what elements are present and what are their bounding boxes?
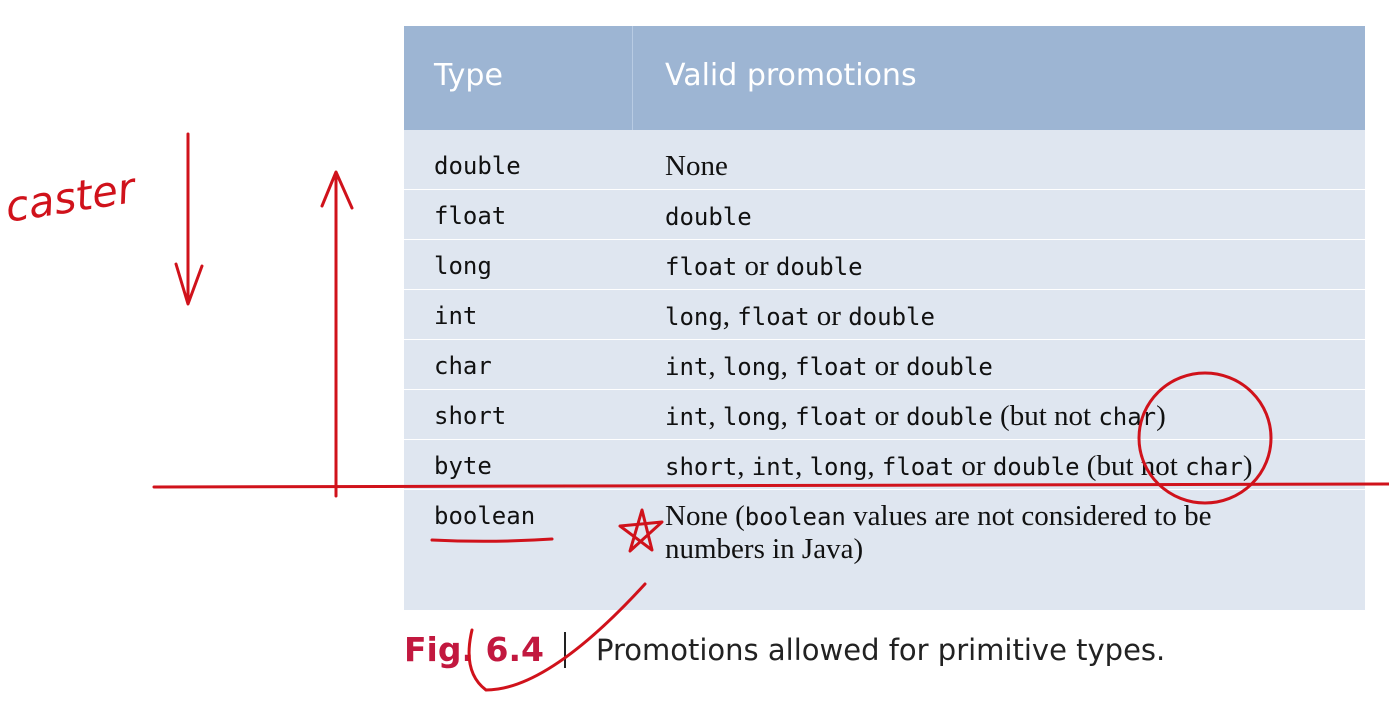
promotions-cell: int, long, float or double (but not char… — [665, 400, 1345, 433]
code-token: int — [751, 453, 796, 481]
up-arrow-icon — [320, 170, 354, 498]
code-token: float — [795, 353, 868, 381]
text-fragment: ) — [1242, 450, 1253, 482]
text-fragment: or — [867, 400, 907, 432]
text-fragment: , — [780, 400, 796, 432]
caption-separator — [564, 632, 566, 668]
header-valid-promotions: Valid promotions — [665, 58, 917, 93]
text-fragment: numbers in Java) — [665, 533, 864, 565]
type-cell: short — [434, 402, 507, 430]
code-token: long — [722, 403, 781, 431]
promotions-table: Type Valid promotions double None float dou… — [404, 26, 1365, 610]
promotions-cell: double — [665, 200, 1345, 233]
table-row: float double — [404, 190, 1365, 240]
table-row: int long, float or double — [404, 290, 1365, 340]
table-row: short int, long, float or double (but not… — [404, 390, 1365, 440]
type-cell: byte — [434, 452, 492, 480]
table-row: double None — [404, 140, 1365, 190]
text-fragment: , — [708, 350, 723, 382]
code-token: double — [906, 353, 993, 381]
table-row: byte short, int, long, float or double (b… — [404, 440, 1365, 490]
code-token: long — [722, 353, 781, 381]
promotions-cell: int, long, float or double — [665, 350, 1345, 383]
code-token: double — [992, 453, 1080, 481]
code-token: double — [665, 203, 752, 231]
text-fragment: , — [737, 450, 752, 482]
code-token: int — [665, 403, 709, 431]
type-cell: boolean — [434, 502, 536, 530]
type-cell: float — [434, 202, 507, 230]
code-token: double — [848, 303, 935, 331]
text-fragment: , — [722, 300, 738, 332]
promotions-cell: None (boolean values are not considered … — [665, 500, 1345, 565]
text-fragment: , — [795, 450, 810, 482]
code-token: float — [795, 403, 868, 431]
table-row: long float or double — [404, 240, 1365, 290]
code-token: float — [665, 253, 738, 281]
code-token: int — [665, 353, 709, 381]
code-token: long — [809, 453, 868, 481]
header-type: Type — [434, 58, 503, 93]
text-fragment: , — [708, 400, 723, 432]
text-fragment: None — [665, 150, 728, 182]
code-token: short — [665, 453, 738, 481]
text-fragment: , — [780, 350, 796, 382]
text-fragment: None ( — [665, 500, 745, 532]
text-fragment: or — [954, 450, 993, 482]
type-cell: double — [434, 152, 521, 180]
code-token: float — [881, 453, 955, 481]
type-cell: char — [434, 352, 492, 380]
text-fragment: or — [809, 300, 849, 332]
text-fragment: (but not — [992, 400, 1099, 432]
code-token: double — [906, 403, 993, 431]
figure-label: Fig. 6.4 — [404, 630, 544, 669]
code-token: char — [1098, 403, 1157, 431]
promotions-cell: long, float or double — [665, 300, 1345, 333]
promotions-cell: None — [665, 150, 1345, 182]
code-token: char — [1185, 453, 1243, 481]
caster-note: caster — [2, 163, 141, 232]
code-token: float — [737, 303, 810, 331]
promotions-cell: short, int, long, float or double (but n… — [665, 450, 1345, 483]
table-row: boolean None (boolean values are not cons… — [404, 490, 1365, 590]
code-token: boolean — [744, 503, 846, 531]
text-fragment: ) — [1156, 400, 1166, 432]
text-fragment: , — [867, 450, 882, 482]
text-fragment: values are not considered to be — [845, 500, 1212, 532]
type-cell: int — [434, 302, 478, 330]
type-cell: long — [434, 252, 492, 280]
header-divider — [632, 26, 633, 130]
code-token: double — [775, 253, 863, 281]
table-row: char int, long, float or double — [404, 340, 1365, 390]
text-fragment: or — [867, 350, 907, 382]
text-fragment: or — [737, 250, 776, 282]
promotions-cell: float or double — [665, 250, 1345, 283]
down-arrow-icon — [174, 132, 204, 306]
caption-text: Promotions allowed for primitive types. — [596, 633, 1166, 667]
table-header: Type Valid promotions — [404, 26, 1365, 130]
code-token: long — [665, 303, 723, 331]
text-fragment: (but not — [1079, 450, 1186, 482]
